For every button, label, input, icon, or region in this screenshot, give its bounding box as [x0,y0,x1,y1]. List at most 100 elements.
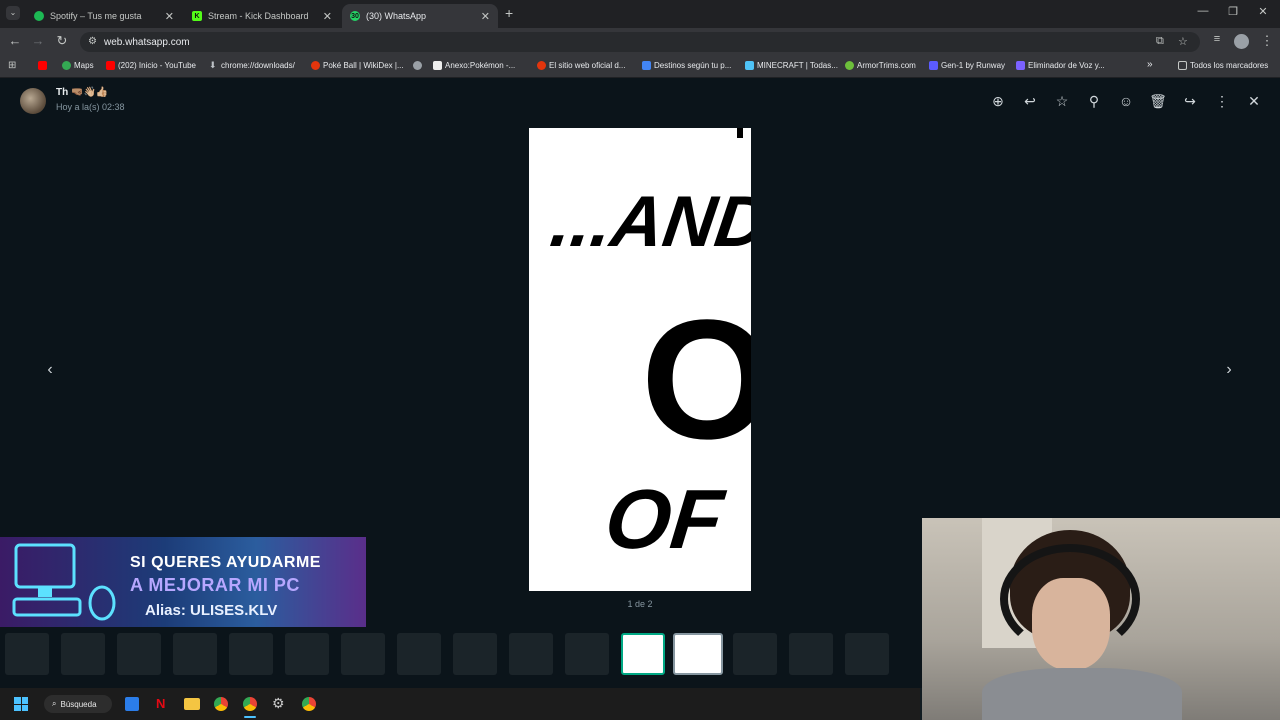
thumbnail[interactable] [117,633,161,675]
thumbnail[interactable] [453,633,497,675]
tab-title: (30) WhatsApp [366,11,427,21]
bookmark-maps[interactable]: Maps [62,61,94,70]
new-tab-button[interactable]: + [505,5,513,21]
thumbnail-selected[interactable] [621,633,665,675]
all-bookmarks-folder[interactable]: Todos los marcadores [1178,61,1268,70]
tab-strip: ⌄ Spotify – Tus me gusta ✕ K Stream - Ki… [0,0,1280,28]
back-icon[interactable]: ← [6,33,24,48]
zoom-in-icon[interactable]: ⊕ [989,92,1007,110]
minecraft-icon [745,61,754,70]
thumbnail[interactable] [565,633,609,675]
file-explorer-icon[interactable] [184,698,200,710]
install-app-icon[interactable]: ⧉ [1156,35,1164,48]
webcam-headphones [1000,544,1140,654]
tab-kick[interactable]: K Stream - Kick Dashboard ✕ [184,4,340,28]
pin-icon[interactable]: ⚲ [1085,92,1103,110]
bookmark-runway[interactable]: Gen-1 by Runway [929,61,1005,70]
chrome-profile-icon[interactable] [243,697,257,711]
taskbar-active-indicator [244,716,256,718]
bookmark-minecraft[interactable]: MINECRAFT | Todas... [745,61,838,70]
bookmark-destinos[interactable]: Destinos según tu p... [642,61,731,70]
bookmarks-overflow-icon[interactable]: » [1147,59,1153,70]
thumbnail[interactable] [733,633,777,675]
banner-line-2: A MEJORAR MI PC [130,575,300,595]
thumbnail[interactable] [789,633,833,675]
windows-start-icon[interactable] [14,697,28,711]
site-info-icon[interactable]: ⚙ [88,36,97,47]
emoji-icon[interactable]: ☺ [1117,92,1135,110]
bookmark-armortrims[interactable]: ArmorTrims.com [845,61,916,70]
bookmarks-bar: ⊞ Maps (202) Inicio - YouTube ⬇ chrome://… [0,56,1280,78]
thumbnail[interactable] [397,633,441,675]
thumbnail[interactable] [5,633,49,675]
more-icon[interactable]: ⋮ [1213,92,1231,110]
youtube-icon [106,61,115,70]
delete-icon[interactable]: 🗑 [1149,92,1167,110]
kick-icon: K [192,11,202,21]
window-close-icon[interactable]: ✕ [1250,5,1276,18]
previous-arrow-icon[interactable]: ‹ [41,361,59,379]
svg-text:...AND YO: ...AND YO [546,182,751,262]
address-bar[interactable]: ⚙ web.whatsapp.com ⧉ ☆ [80,32,1200,52]
reply-icon[interactable]: ↩ [1021,92,1039,110]
thumbnail[interactable] [341,633,385,675]
bookmark-wikipedia[interactable]: Anexo:Pokémon -... [433,61,515,70]
bookmark-youtube[interactable]: (202) Inicio - YouTube [106,61,196,70]
bookmark-vocal-remover[interactable]: Eliminador de Voz y... [1016,61,1105,70]
minimize-icon[interactable]: — [1190,5,1216,17]
thumbnail[interactable] [229,633,273,675]
close-tab-icon[interactable]: ✕ [323,10,332,23]
svg-text:ON: ON [641,285,751,475]
tab-spotify[interactable]: Spotify – Tus me gusta ✕ [26,4,182,28]
pokeball-icon [537,61,546,70]
thumbnail[interactable] [845,633,889,675]
menu-icon[interactable]: ⋮ [1258,33,1276,49]
runway-icon [929,61,938,70]
thumbnail[interactable] [173,633,217,675]
spotify-icon [34,11,44,21]
apps-grid-icon[interactable]: ⊞ [8,60,16,71]
close-tab-icon[interactable]: ✕ [165,10,174,23]
reload-icon[interactable]: ↻ [53,33,71,49]
pokeball-icon [311,61,320,70]
close-tab-icon[interactable]: ✕ [481,10,490,23]
sender-name: Th 🤜🏽👋🏼👍🏼 [56,87,109,98]
bookmark-pokemon-official[interactable]: El sitio web oficial d... [537,61,625,70]
bookmark-downloads[interactable]: ⬇ chrome://downloads/ [209,61,295,71]
wikipedia-icon [433,61,442,70]
svg-text:OF T: OF T [601,472,751,566]
message-timestamp: Hoy a la(s) 02:38 [56,102,125,112]
chrome-profile-2-icon[interactable] [302,697,316,711]
folder-icon [1178,61,1187,70]
thumbnail[interactable] [285,633,329,675]
webcam-overlay [922,518,1280,720]
tab-title: Spotify – Tus me gusta [50,11,142,21]
bookmark-star-icon[interactable]: ☆ [1178,35,1188,48]
avatar[interactable] [20,88,46,114]
settings-icon[interactable]: ⚙ [272,695,285,712]
widgets-icon[interactable] [125,697,139,711]
tab-search-button[interactable]: ⌄ [6,6,20,20]
bookmark-globe[interactable] [413,61,422,70]
thumbnail[interactable] [673,633,723,675]
next-arrow-icon[interactable]: › [1220,361,1238,379]
thumbnail[interactable] [509,633,553,675]
tab-title: Stream - Kick Dashboard [208,11,309,21]
forward-icon[interactable]: ↪ [1181,92,1199,110]
netflix-icon[interactable]: N [156,696,165,711]
whatsapp-icon: 30 [350,11,360,21]
bookmark-youtube-icon[interactable] [38,61,47,70]
bookmark-wikidex[interactable]: Poké Ball | WikiDex |... [311,61,404,70]
tab-whatsapp[interactable]: 30 (30) WhatsApp ✕ [342,4,498,28]
flight-icon [642,61,651,70]
media-image[interactable]: ...AND YO ON OF T [529,128,751,591]
profile-avatar[interactable] [1234,34,1249,49]
chrome-icon[interactable] [214,697,228,711]
media-controls-icon[interactable]: ≡ [1208,33,1226,45]
star-icon[interactable]: ☆ [1053,92,1071,110]
restore-icon[interactable]: ❐ [1220,5,1246,18]
taskbar-search[interactable]: ⌕ Búsqueda [44,695,112,713]
forward-icon[interactable]: → [29,33,47,48]
thumbnail[interactable] [61,633,105,675]
close-icon[interactable]: ✕ [1245,92,1263,110]
